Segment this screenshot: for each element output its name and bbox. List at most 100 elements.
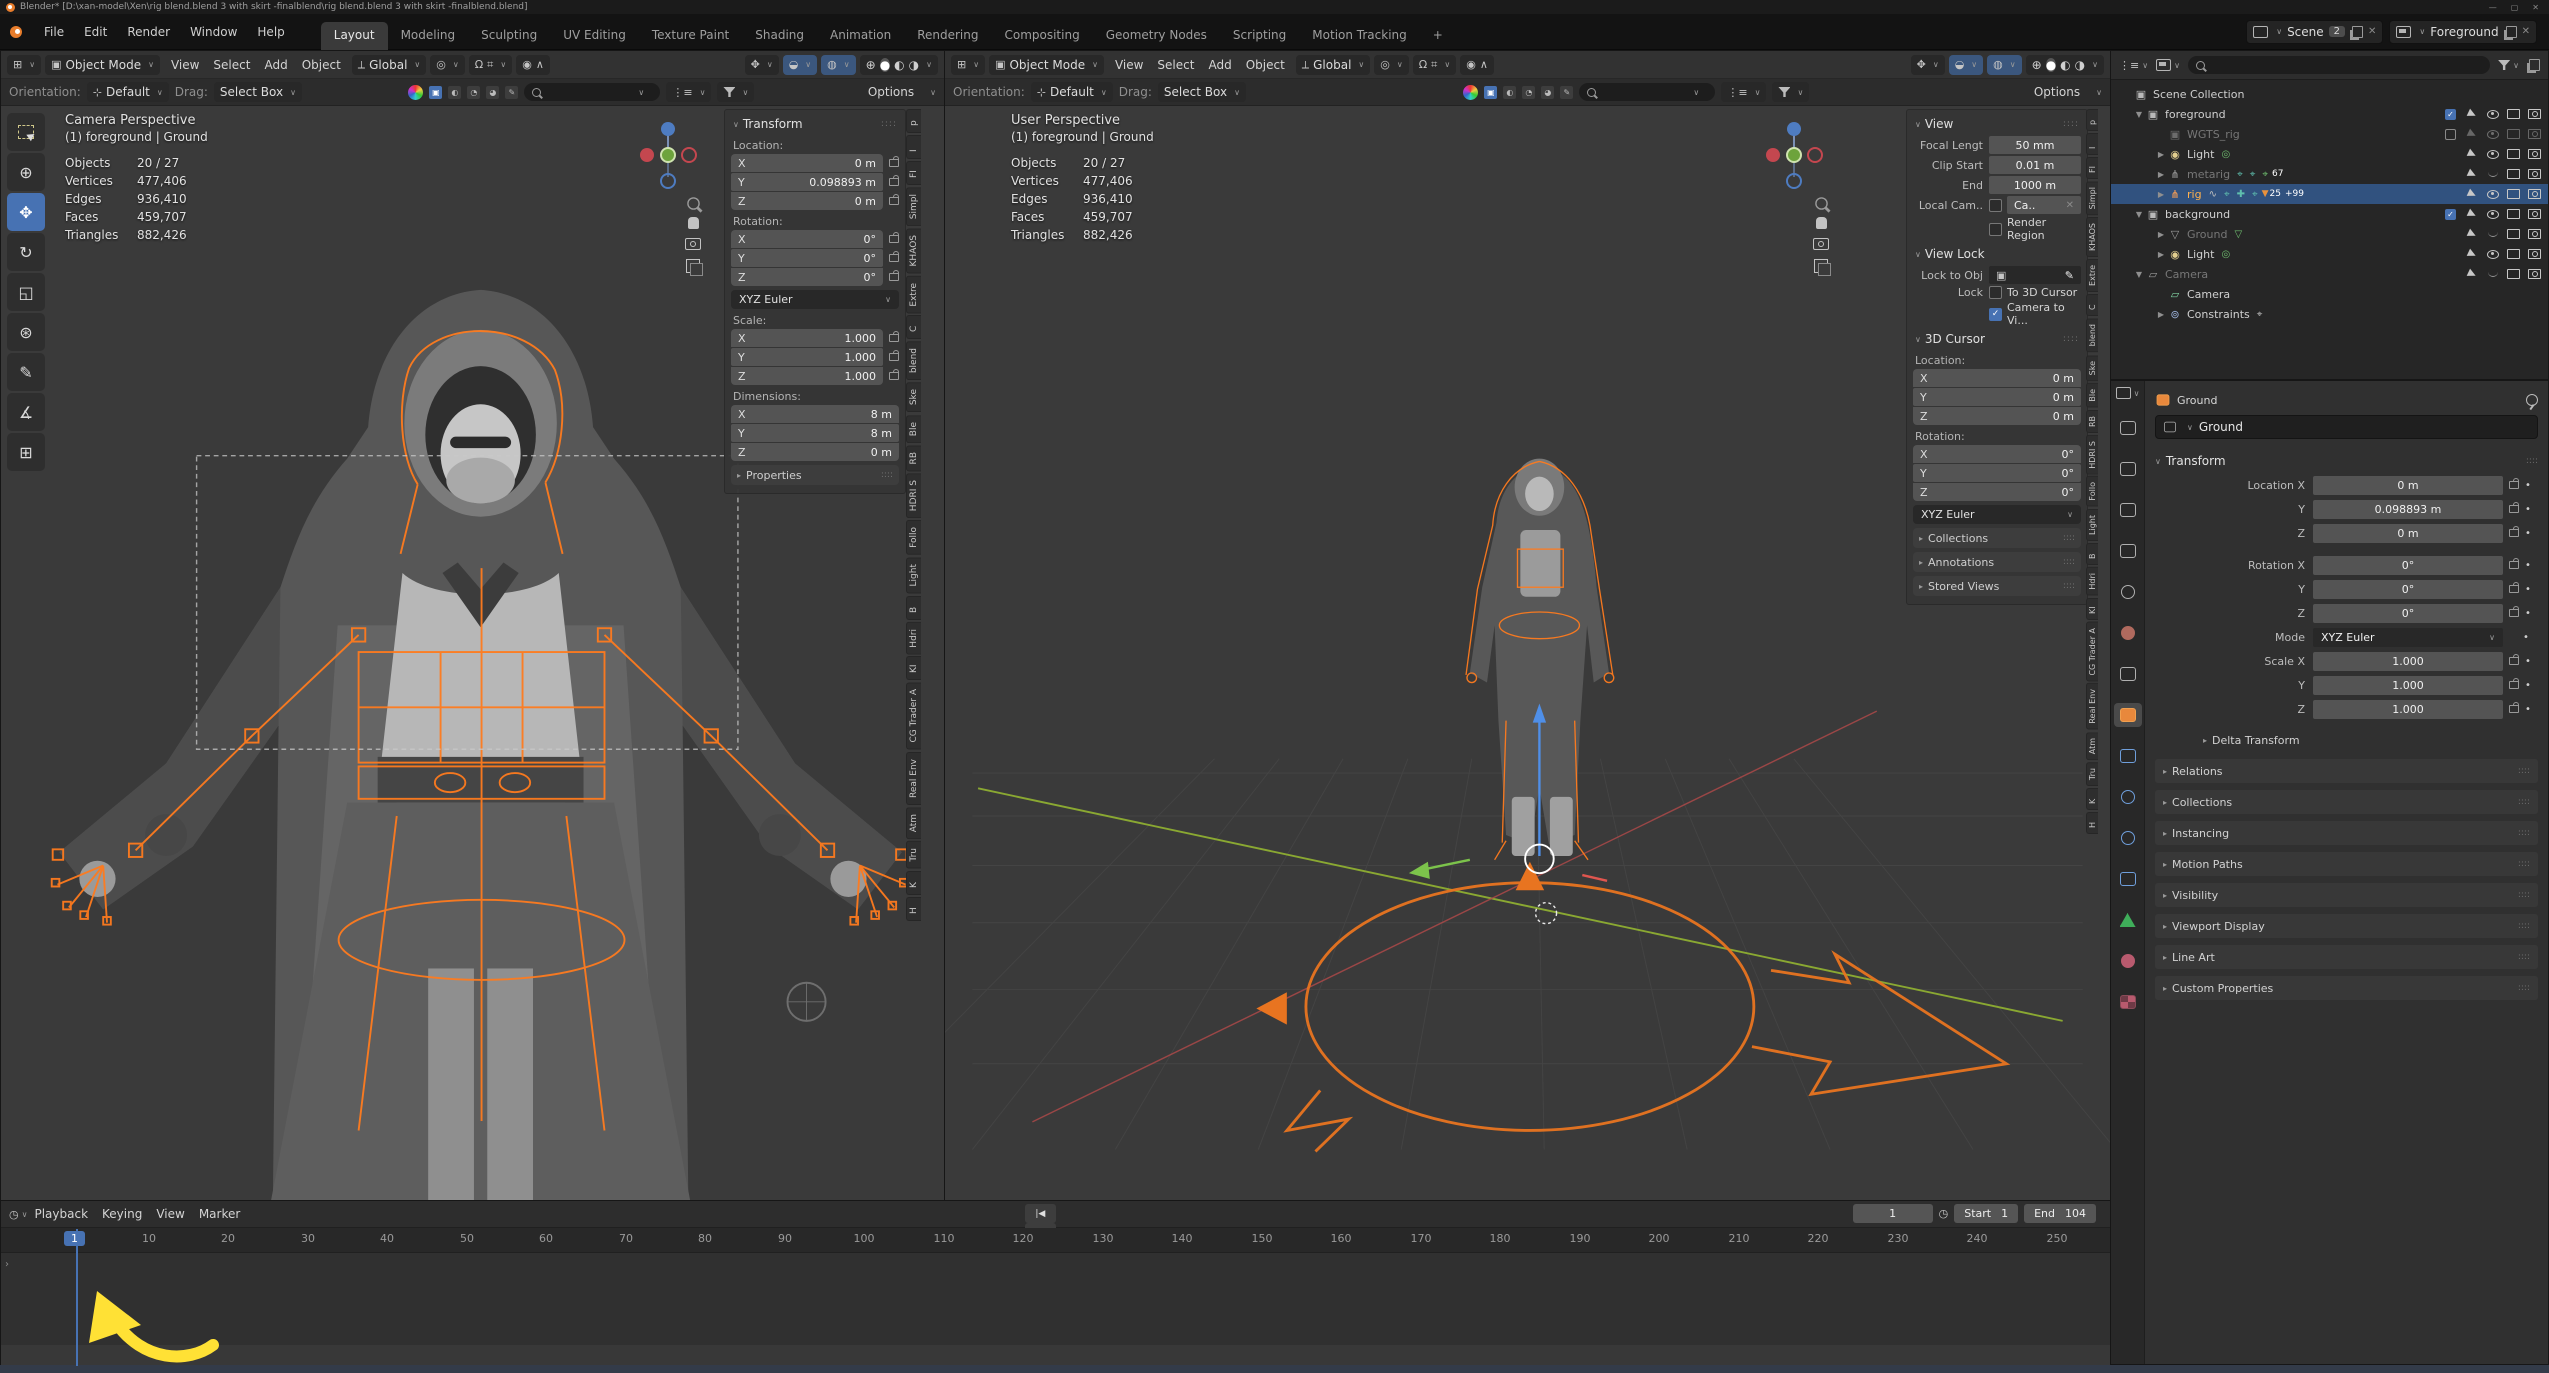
topbar-menu[interactable]: Edit <box>74 25 117 39</box>
orientation-dropdown[interactable]: ⊹Default∨ <box>87 82 169 102</box>
property-row[interactable]: Z1.000• <box>2155 697 2538 721</box>
lock-icon[interactable] <box>889 159 899 167</box>
new-collection-button[interactable] <box>2529 59 2540 71</box>
weight-mode-toggle[interactable]: ◕ <box>1541 86 1554 99</box>
transform-tool[interactable]: ⊛ <box>7 313 45 351</box>
tab-scene[interactable] <box>2114 580 2142 604</box>
lock-3d-cursor-row[interactable]: Lock To 3D Cursor <box>1913 286 2081 299</box>
render-disable-toggle[interactable] <box>2527 108 2542 121</box>
mask-mode-toggle[interactable]: ◐ <box>448 86 461 99</box>
zoom-icon[interactable] <box>1815 197 1828 210</box>
workspace-tab[interactable]: Modeling <box>388 22 469 50</box>
topbar-menu[interactable]: Render <box>117 25 180 39</box>
render-disable-toggle[interactable] <box>2527 128 2542 141</box>
timeline-editor-type[interactable]: ◷∨ <box>9 1208 27 1221</box>
tab-physics[interactable] <box>2114 826 2142 850</box>
viewport-menu[interactable]: View <box>164 58 206 72</box>
cursor-rotation-row[interactable]: X0° <box>1913 445 2081 463</box>
workspace-tab[interactable]: Shading <box>742 22 817 50</box>
new-scene-button[interactable] <box>2352 26 2363 38</box>
xray-toggle[interactable]: ◍∨ <box>821 55 855 75</box>
camera-view-icon[interactable] <box>1813 238 1829 250</box>
selectable-toggle[interactable] <box>2464 208 2479 221</box>
sidebar-tab[interactable]: blend <box>906 341 921 380</box>
rotation-mode-row[interactable]: Mode XYZ Euler∨ • <box>2155 625 2538 649</box>
lock-icon[interactable] <box>889 273 899 281</box>
select-mode-toggle[interactable]: ▣ <box>1484 86 1497 99</box>
lock-icon[interactable] <box>889 235 899 243</box>
lock-icon[interactable] <box>889 254 899 262</box>
sidebar-tab[interactable]: K <box>906 871 921 895</box>
outliner-item-label[interactable]: Light <box>2187 148 2214 161</box>
sidebar-tab[interactable]: Extre <box>906 276 921 314</box>
sidebar-tab[interactable]: Simpl <box>2086 181 2098 215</box>
viewport-disable-toggle[interactable] <box>2506 248 2521 261</box>
location-field-row[interactable]: X0 m <box>731 154 899 172</box>
property-row[interactable]: Y0°• <box>2155 577 2538 601</box>
transform-orientation-dropdown[interactable]: ⟂Global∨ <box>352 55 426 75</box>
outliner-row[interactable]: Scene Collection <box>2111 84 2548 104</box>
hide-eye-toggle[interactable] <box>2485 248 2500 261</box>
unlink-scene-button[interactable]: ✕ <box>2368 26 2376 37</box>
scale-field-row[interactable]: Z1.000 <box>731 367 899 385</box>
to-3d-cursor-checkbox[interactable] <box>1989 286 2002 299</box>
hide-eye-toggle[interactable] <box>2485 188 2500 201</box>
animate-dot[interactable]: • <box>2525 584 2531 595</box>
exclude-checkbox[interactable] <box>2443 108 2458 121</box>
sidebar-tab[interactable]: C <box>906 315 921 339</box>
sidebar-tab[interactable]: Extre <box>2086 259 2098 292</box>
stopwatch-icon[interactable]: ◷ <box>1939 1207 1949 1220</box>
proportional-editing-toggle[interactable]: ◉∧ <box>516 55 550 75</box>
viewport-search[interactable]: ∨ <box>1579 83 1715 101</box>
expand-icon[interactable]: ▶ <box>2155 250 2167 259</box>
lock-icon[interactable] <box>2509 609 2519 617</box>
cursor-location-row[interactable]: Y0 m <box>1913 388 2081 406</box>
rendered-shading-icon[interactable]: ◑ <box>909 58 919 72</box>
outliner-row[interactable]: ▶ Ground ▽ <box>2111 224 2548 244</box>
sidebar-tab[interactable]: blend <box>2086 318 2098 352</box>
view-lock-header[interactable]: ∨View Lock <box>1913 244 2081 264</box>
lock-icon[interactable] <box>889 197 899 205</box>
filter-button[interactable]: ∨ <box>717 82 754 102</box>
property-row[interactable]: Y0.098893 m• <box>2155 497 2538 521</box>
render-disable-toggle[interactable] <box>2527 268 2542 281</box>
collapsed-panel[interactable]: ▸Visibility:::: <box>2155 883 2538 907</box>
workspace-tab[interactable]: UV Editing <box>550 22 639 50</box>
shading-mode-group[interactable]: ⊕ ● ◐ ◑ ∨ <box>2026 55 2104 75</box>
timeline-menu[interactable]: Playback <box>27 1207 95 1221</box>
workspace-tab[interactable]: Scripting <box>1220 22 1299 50</box>
workspace-tab[interactable]: + <box>1420 22 1456 50</box>
lock-icon[interactable] <box>889 353 899 361</box>
viewport-user[interactable]: ⊞∨ ▣Object Mode∨ ViewSelectAddObject ⟂Gl… <box>944 50 2111 1201</box>
options-menu[interactable]: Options <box>2027 85 2087 99</box>
outliner-filter-mode[interactable]: ∨ <box>2156 59 2180 71</box>
rendered-shading-icon[interactable]: ◑ <box>2075 58 2085 72</box>
render-disable-toggle[interactable] <box>2527 188 2542 201</box>
selectable-toggle[interactable] <box>2464 148 2479 161</box>
expand-icon[interactable]: ▶ <box>2155 150 2167 159</box>
local-camera-checkbox[interactable] <box>1989 199 2002 212</box>
tab-object-data[interactable] <box>2114 908 2142 932</box>
pan-hand-icon[interactable] <box>688 217 699 229</box>
orientation-dropdown[interactable]: ⊹Default∨ <box>1031 82 1113 102</box>
sidebar-tab[interactable]: Follo <box>2086 476 2098 507</box>
move-tool[interactable]: ✥ <box>7 193 45 231</box>
animate-dot[interactable]: • <box>2525 608 2531 619</box>
expand-icon[interactable]: ▼ <box>2133 110 2145 119</box>
dimension-field-row[interactable]: X8 m <box>731 405 899 423</box>
tab-world[interactable] <box>2114 621 2142 645</box>
property-row[interactable]: Y1.000• <box>2155 673 2538 697</box>
pivot-point-dropdown[interactable]: ◎∨ <box>430 55 464 75</box>
tab-render[interactable] <box>2114 457 2142 481</box>
options-menu[interactable]: Options <box>861 85 921 99</box>
topbar-menu[interactable]: Window <box>180 25 247 39</box>
paint-mode-toggle[interactable]: ◔ <box>467 86 480 99</box>
sidebar-tab[interactable]: Light <box>906 557 921 593</box>
animate-dot[interactable]: • <box>2525 704 2531 715</box>
mask-mode-toggle[interactable]: ◐ <box>1503 86 1516 99</box>
camera-to-view-row[interactable]: ✓Camera to Vi... <box>1913 301 2081 327</box>
outliner-row[interactable]: ▼ foreground <box>2111 104 2548 124</box>
current-frame-field[interactable]: 1 <box>1853 1204 1933 1223</box>
outliner-row[interactable]: WGTS_rig <box>2111 124 2548 144</box>
transform-panel-header[interactable]: ∨Transform:::: <box>731 114 899 134</box>
